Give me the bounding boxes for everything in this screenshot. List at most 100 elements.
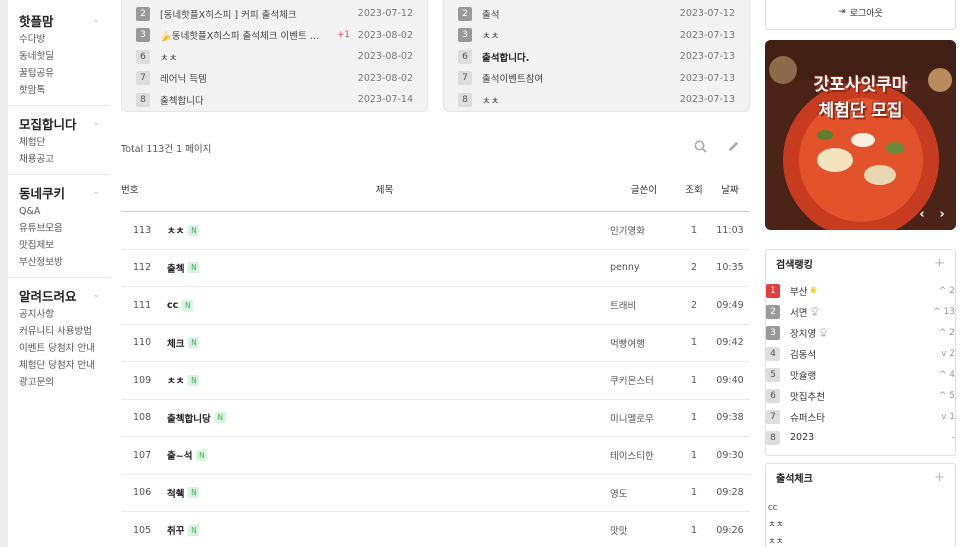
post-title[interactable]: 척췍 [167,486,184,500]
ranking-item[interactable]: 5 맛슐랭 ^ 4 [766,364,955,385]
list-item[interactable]: 7 레어닉 득템 2023-08-02 [136,68,413,90]
ranking-item[interactable]: 1 부산 ♛ ^ 2 [766,280,955,301]
sidebar-item[interactable]: 광고문의 [19,374,110,391]
sidebar-item[interactable]: 유튜브모음 [19,220,110,237]
sidebar-item[interactable]: 이벤트 당첨자 안내 [19,340,110,357]
post-title[interactable]: ㅊㅊ [482,93,672,107]
post-title[interactable]: 출~석 [167,448,192,462]
post-title-cell[interactable]: 취꾸 N [159,523,610,537]
sidebar-item[interactable]: 채용공고 [19,151,110,168]
post-author[interactable]: 영도 [610,486,678,500]
post-title[interactable]: 출석합니다. [482,50,672,64]
plus-icon[interactable]: + [934,470,945,485]
sidebar-group-header[interactable]: 알려드려요 ⌄ [19,284,110,306]
table-row[interactable]: 105 취꾸 N 맛맛 1 09:26 [121,512,750,547]
post-title-cell[interactable]: 척췍 N [159,486,610,500]
logout-button[interactable]: ⇥ 로그아웃 [765,0,956,30]
post-title[interactable]: cc [167,300,178,311]
post-title[interactable]: 레어닉 득템 [160,71,350,85]
new-badge: N [188,524,200,536]
post-author[interactable]: 트래비 [610,298,678,312]
sidebar-group-header[interactable]: 핫플맘 ⌄ [19,9,110,31]
ranking-item[interactable]: 7 슈퍼스타 v 1 [766,406,955,427]
post-author[interactable]: 맛맛 [610,523,678,537]
list-item[interactable]: 3 🍌동네핫플X히스피 출석체크 이벤트 … +1 2023-08-02 [136,25,413,47]
banner-ad[interactable]: 갓포사잇쿠마 체험단 모집 ‹ › [765,40,956,230]
post-title-cell[interactable]: 체크 N [159,336,610,350]
post-title[interactable]: ㅊㅊ [160,50,350,64]
list-item[interactable]: 3 ㅊㅊ 2023-07-13 [458,25,735,47]
post-author[interactable]: 먹빵여행 [610,336,678,350]
table-row[interactable]: 113 ㅊㅊ N 인기영화 1 11:03 [121,212,750,250]
sidebar-item[interactable]: 체험단 [19,134,110,151]
post-title[interactable]: 출첵 [167,261,184,275]
post-title[interactable]: ㅊㅊ [167,373,184,387]
post-author[interactable]: 쿠키몬스터 [610,373,678,387]
post-title[interactable]: [동네핫플X히스피 ] 커피 출석체크 [160,7,350,21]
post-title-cell[interactable]: 출~석 N [159,448,610,462]
post-title[interactable]: 출첵합니당 [167,411,211,425]
sidebar-item[interactable]: 커뮤니티 사용방법 [19,323,110,340]
sidebar-item[interactable]: 부산정보방 [19,254,110,271]
keyword[interactable]: 장지영 [790,326,816,340]
post-title-cell[interactable]: ㅊㅊ N [159,223,610,237]
sidebar-item[interactable]: Q&A [19,203,110,220]
sidebar-group-header[interactable]: 모집합니다 ⌄ [19,112,110,134]
list-item[interactable]: 7 출석이벤트참여 2023-07-13 [458,68,735,90]
ranking-item[interactable]: 8 2023 - [766,427,955,448]
table-row[interactable]: 111 cc N 트래비 2 09:49 [121,287,750,325]
sidebar-item[interactable]: 체험단 당첨자 안내 [19,357,110,374]
list-item[interactable]: 8 출첵합니다 2023-07-14 [136,89,413,111]
keyword[interactable]: 2023 [790,432,814,443]
sidebar-group-header[interactable]: 동네쿠키 ⌄ [19,181,110,203]
keyword[interactable]: 맛슐랭 [790,368,816,382]
ranking-item[interactable]: 4 김동석 v 2 [766,343,955,364]
ranking-item[interactable]: 3 장지영 🏆︎ ^ 2 [766,322,955,343]
keyword[interactable]: 맛집추천 [790,389,825,403]
keyword[interactable]: 서면 [790,305,807,319]
pencil-icon[interactable] [727,140,740,157]
post-title-cell[interactable]: 출첵합니당 N [159,411,610,425]
list-item[interactable]: 8 ㅊㅊ 2023-07-13 [458,89,735,111]
table-row[interactable]: 109 ㅊㅊ N 쿠키몬스터 1 09:40 [121,362,750,400]
post-title-cell[interactable]: ㅊㅊ N [159,373,610,387]
keyword[interactable]: 부산 [790,284,807,298]
table-row[interactable]: 110 체크 N 먹빵여행 1 09:42 [121,325,750,362]
sidebar-item[interactable]: 동네핫딜 [19,48,110,65]
plus-icon[interactable]: + [934,256,945,271]
post-title[interactable]: ㅊㅊ [482,28,672,42]
sidebar-item[interactable]: 꿀팁공유 [19,65,110,82]
list-item[interactable]: 6 출석합니다. 2023-07-13 [458,46,735,68]
search-icon[interactable] [694,140,707,157]
post-title-cell[interactable]: 출첵 N [159,261,610,275]
ranking-item[interactable]: 2 서면 🏆︎ ^ 13 [766,301,955,322]
post-title[interactable]: 출석 [482,7,672,21]
table-row[interactable]: 108 출첵합니당 N 미니멜로우 1 09:38 [121,400,750,437]
post-title[interactable]: 🍌동네핫플X히스피 출석체크 이벤트 … [160,28,334,42]
post-title[interactable]: ㅊㅊ [167,223,184,237]
table-row[interactable]: 107 출~석 N 테이스티한 1 09:30 [121,437,750,475]
chevron-right-icon[interactable]: › [934,207,950,223]
post-title[interactable]: 취꾸 [167,523,184,537]
list-item[interactable]: 2 출석 2023-07-12 [458,3,735,25]
sidebar-item[interactable]: 맛집제보 [19,237,110,254]
sidebar-item[interactable]: 수다방 [19,31,110,48]
ranking-item[interactable]: 6 맛집추천 ^ 5 [766,385,955,406]
keyword[interactable]: 슈퍼스타 [790,410,825,424]
keyword[interactable]: 김동석 [790,347,816,361]
table-row[interactable]: 106 척췍 N 영도 1 09:28 [121,475,750,512]
chevron-left-icon[interactable]: ‹ [914,207,930,223]
post-author[interactable]: 테이스티한 [610,448,678,462]
sidebar-item[interactable]: 핫맘톡 [19,82,110,99]
table-row[interactable]: 112 출첵 Npenny 2 10:35 [121,250,750,287]
post-title-cell[interactable]: cc N [159,299,610,311]
sidebar-item[interactable]: 공지사항 [19,306,110,323]
post-author[interactable]: penny [610,262,678,273]
post-author[interactable]: 미니멜로우 [610,411,678,425]
list-item[interactable]: 6 ㅊㅊ 2023-08-02 [136,46,413,68]
list-item[interactable]: 2 [동네핫플X히스피 ] 커피 출석체크 2023-07-12 [136,3,413,25]
post-title[interactable]: 출석이벤트참여 [482,71,672,85]
post-title[interactable]: 출첵합니다 [160,93,350,107]
post-author[interactable]: 인기영화 [610,223,678,237]
post-title[interactable]: 체크 [167,336,184,350]
